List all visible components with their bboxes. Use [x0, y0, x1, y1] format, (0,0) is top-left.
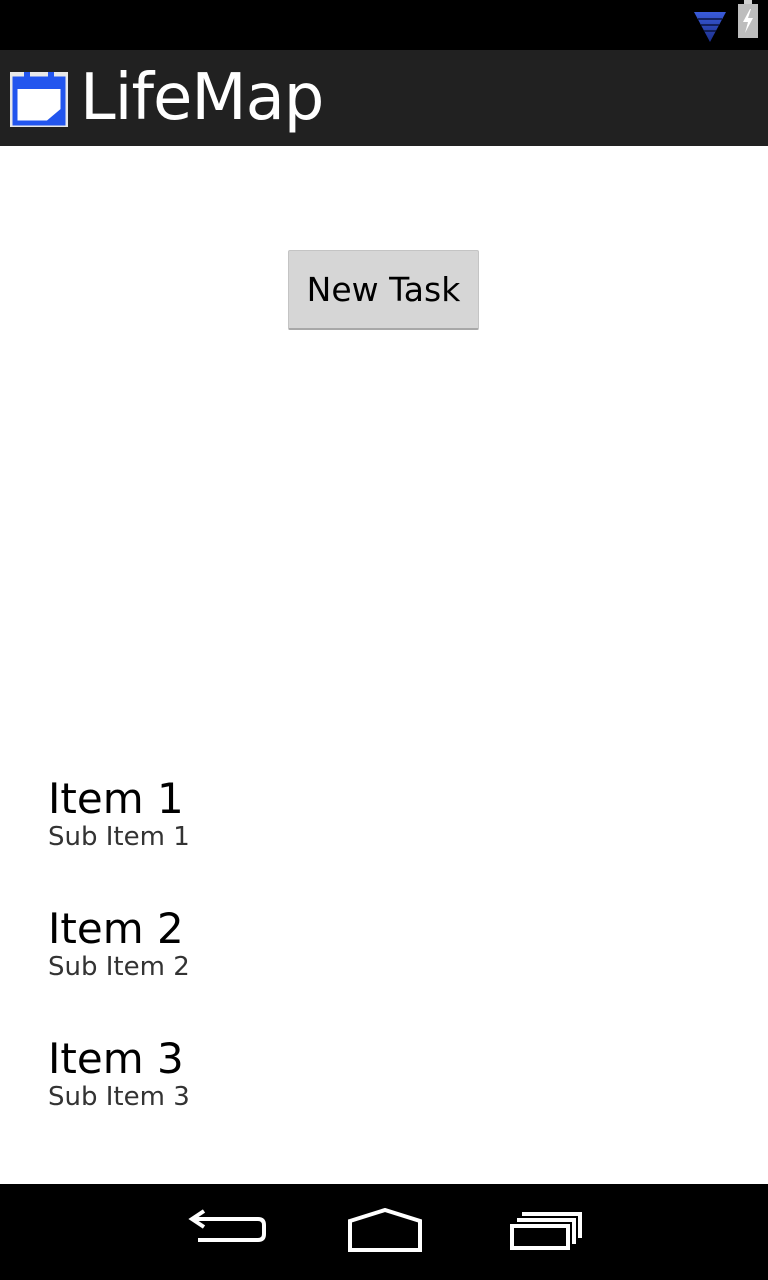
list-item-title: Item 1 — [48, 774, 184, 823]
back-icon[interactable] — [180, 1208, 270, 1258]
list-item[interactable]: Item 2 Sub Item 2 — [0, 896, 768, 1026]
main-content: New Task Item 1 Sub Item 1 Item 2 Sub It… — [0, 146, 768, 1184]
nav-bar — [0, 1184, 768, 1280]
list-item-title: Item 3 — [48, 1034, 184, 1083]
action-bar: LifeMap — [0, 50, 768, 146]
list-item-subtitle: Sub Item 2 — [48, 952, 190, 982]
recent-apps-icon[interactable] — [500, 1208, 590, 1258]
new-task-button[interactable]: New Task — [288, 250, 479, 330]
home-icon[interactable] — [340, 1208, 430, 1258]
app-title: LifeMap — [80, 61, 324, 135]
battery-charging-icon — [738, 0, 758, 38]
wifi-icon — [694, 12, 726, 42]
list-item[interactable]: Item 1 Sub Item 1 — [0, 766, 768, 896]
list-item[interactable]: Item 3 Sub Item 3 — [0, 1026, 768, 1156]
list-item-subtitle: Sub Item 1 — [48, 822, 190, 852]
screen: LifeMap New Task Item 1 Sub Item 1 Item … — [0, 0, 768, 1280]
list-item-subtitle: Sub Item 3 — [48, 1082, 190, 1112]
status-bar — [0, 0, 768, 50]
list-item-title: Item 2 — [48, 904, 184, 953]
task-list: Item 1 Sub Item 1 Item 2 Sub Item 2 Item… — [0, 766, 768, 1156]
calendar-icon[interactable] — [10, 69, 70, 129]
